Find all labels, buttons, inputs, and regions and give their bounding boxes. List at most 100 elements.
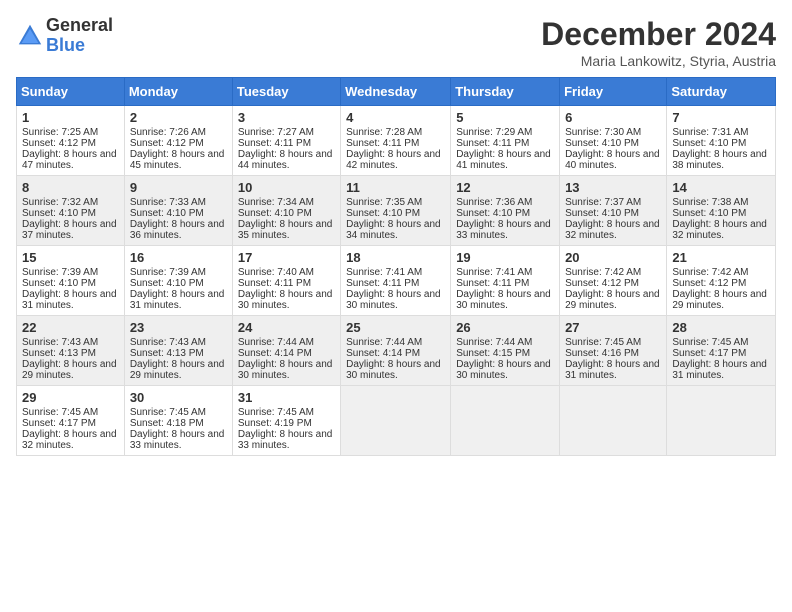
day-number: 8 xyxy=(22,180,119,195)
sunset-label: Sunset: 4:18 PM xyxy=(130,418,204,429)
table-row xyxy=(341,386,451,456)
sunset-label: Sunset: 4:10 PM xyxy=(565,138,639,149)
table-row: 8 Sunrise: 7:32 AM Sunset: 4:10 PM Dayli… xyxy=(17,176,125,246)
table-row: 17 Sunrise: 7:40 AM Sunset: 4:11 PM Dayl… xyxy=(232,246,340,316)
sunset-label: Sunset: 4:10 PM xyxy=(672,138,746,149)
sunrise-label: Sunrise: 7:30 AM xyxy=(565,127,641,138)
table-row: 2 Sunrise: 7:26 AM Sunset: 4:12 PM Dayli… xyxy=(124,106,232,176)
sunset-label: Sunset: 4:13 PM xyxy=(22,348,96,359)
table-row: 28 Sunrise: 7:45 AM Sunset: 4:17 PM Dayl… xyxy=(667,316,776,386)
daylight-label: Daylight: 8 hours and 29 minutes. xyxy=(130,359,225,381)
daylight-label: Daylight: 8 hours and 30 minutes. xyxy=(456,289,551,311)
sunrise-label: Sunrise: 7:44 AM xyxy=(238,337,314,348)
sunrise-label: Sunrise: 7:29 AM xyxy=(456,127,532,138)
sunrise-label: Sunrise: 7:44 AM xyxy=(346,337,422,348)
daylight-label: Daylight: 8 hours and 42 minutes. xyxy=(346,149,441,171)
sunrise-label: Sunrise: 7:36 AM xyxy=(456,197,532,208)
day-number: 12 xyxy=(456,180,554,195)
table-row: 12 Sunrise: 7:36 AM Sunset: 4:10 PM Dayl… xyxy=(451,176,560,246)
day-number: 22 xyxy=(22,320,119,335)
sunset-label: Sunset: 4:10 PM xyxy=(130,208,204,219)
col-monday: Monday xyxy=(124,78,232,106)
table-row: 24 Sunrise: 7:44 AM Sunset: 4:14 PM Dayl… xyxy=(232,316,340,386)
day-number: 19 xyxy=(456,250,554,265)
sunset-label: Sunset: 4:16 PM xyxy=(565,348,639,359)
sunset-label: Sunset: 4:11 PM xyxy=(456,278,529,289)
day-number: 2 xyxy=(130,110,227,125)
table-row: 25 Sunrise: 7:44 AM Sunset: 4:14 PM Dayl… xyxy=(341,316,451,386)
sunset-label: Sunset: 4:10 PM xyxy=(238,208,312,219)
sunset-label: Sunset: 4:19 PM xyxy=(238,418,312,429)
daylight-label: Daylight: 8 hours and 31 minutes. xyxy=(130,289,225,311)
day-number: 6 xyxy=(565,110,661,125)
calendar-row: 29 Sunrise: 7:45 AM Sunset: 4:17 PM Dayl… xyxy=(17,386,776,456)
table-row xyxy=(451,386,560,456)
daylight-label: Daylight: 8 hours and 30 minutes. xyxy=(346,289,441,311)
sunset-label: Sunset: 4:13 PM xyxy=(130,348,204,359)
sunrise-label: Sunrise: 7:44 AM xyxy=(456,337,532,348)
table-row: 31 Sunrise: 7:45 AM Sunset: 4:19 PM Dayl… xyxy=(232,386,340,456)
calendar-row: 15 Sunrise: 7:39 AM Sunset: 4:10 PM Dayl… xyxy=(17,246,776,316)
sunset-label: Sunset: 4:10 PM xyxy=(22,278,96,289)
sunset-label: Sunset: 4:10 PM xyxy=(565,208,639,219)
day-number: 4 xyxy=(346,110,445,125)
daylight-label: Daylight: 8 hours and 45 minutes. xyxy=(130,149,225,171)
day-number: 18 xyxy=(346,250,445,265)
col-wednesday: Wednesday xyxy=(341,78,451,106)
day-number: 1 xyxy=(22,110,119,125)
sunset-label: Sunset: 4:11 PM xyxy=(238,278,311,289)
daylight-label: Daylight: 8 hours and 47 minutes. xyxy=(22,149,117,171)
day-number: 3 xyxy=(238,110,335,125)
sunset-label: Sunset: 4:10 PM xyxy=(672,208,746,219)
sunrise-label: Sunrise: 7:45 AM xyxy=(130,407,206,418)
sunrise-label: Sunrise: 7:43 AM xyxy=(130,337,206,348)
daylight-label: Daylight: 8 hours and 36 minutes. xyxy=(130,219,225,241)
title-section: December 2024 Maria Lankowitz, Styria, A… xyxy=(541,16,776,69)
table-row xyxy=(560,386,667,456)
sunrise-label: Sunrise: 7:39 AM xyxy=(130,267,206,278)
table-row: 3 Sunrise: 7:27 AM Sunset: 4:11 PM Dayli… xyxy=(232,106,340,176)
sunset-label: Sunset: 4:17 PM xyxy=(22,418,96,429)
sunset-label: Sunset: 4:11 PM xyxy=(238,138,311,149)
logo-blue: Blue xyxy=(46,36,113,56)
month-title: December 2024 xyxy=(541,16,776,53)
day-number: 31 xyxy=(238,390,335,405)
sunrise-label: Sunrise: 7:45 AM xyxy=(238,407,314,418)
day-number: 28 xyxy=(672,320,770,335)
day-number: 23 xyxy=(130,320,227,335)
sunrise-label: Sunrise: 7:45 AM xyxy=(672,337,748,348)
sunset-label: Sunset: 4:11 PM xyxy=(456,138,529,149)
day-number: 13 xyxy=(565,180,661,195)
calendar-table: Sunday Monday Tuesday Wednesday Thursday… xyxy=(16,77,776,456)
table-row: 14 Sunrise: 7:38 AM Sunset: 4:10 PM Dayl… xyxy=(667,176,776,246)
sunset-label: Sunset: 4:11 PM xyxy=(346,278,419,289)
sunset-label: Sunset: 4:12 PM xyxy=(22,138,96,149)
daylight-label: Daylight: 8 hours and 30 minutes. xyxy=(456,359,551,381)
daylight-label: Daylight: 8 hours and 32 minutes. xyxy=(565,219,660,241)
col-friday: Friday xyxy=(560,78,667,106)
table-row: 21 Sunrise: 7:42 AM Sunset: 4:12 PM Dayl… xyxy=(667,246,776,316)
day-number: 17 xyxy=(238,250,335,265)
sunrise-label: Sunrise: 7:42 AM xyxy=(672,267,748,278)
table-row: 20 Sunrise: 7:42 AM Sunset: 4:12 PM Dayl… xyxy=(560,246,667,316)
day-number: 26 xyxy=(456,320,554,335)
day-number: 11 xyxy=(346,180,445,195)
table-row: 9 Sunrise: 7:33 AM Sunset: 4:10 PM Dayli… xyxy=(124,176,232,246)
day-number: 15 xyxy=(22,250,119,265)
day-number: 21 xyxy=(672,250,770,265)
table-row: 4 Sunrise: 7:28 AM Sunset: 4:11 PM Dayli… xyxy=(341,106,451,176)
sunrise-label: Sunrise: 7:27 AM xyxy=(238,127,314,138)
table-row: 1 Sunrise: 7:25 AM Sunset: 4:12 PM Dayli… xyxy=(17,106,125,176)
header-row: Sunday Monday Tuesday Wednesday Thursday… xyxy=(17,78,776,106)
sunset-label: Sunset: 4:11 PM xyxy=(346,138,419,149)
logo-text: General Blue xyxy=(46,16,113,56)
day-number: 29 xyxy=(22,390,119,405)
sunrise-label: Sunrise: 7:28 AM xyxy=(346,127,422,138)
sunset-label: Sunset: 4:17 PM xyxy=(672,348,746,359)
col-thursday: Thursday xyxy=(451,78,560,106)
daylight-label: Daylight: 8 hours and 30 minutes. xyxy=(346,359,441,381)
sunset-label: Sunset: 4:15 PM xyxy=(456,348,530,359)
day-number: 14 xyxy=(672,180,770,195)
day-number: 9 xyxy=(130,180,227,195)
daylight-label: Daylight: 8 hours and 33 minutes. xyxy=(456,219,551,241)
